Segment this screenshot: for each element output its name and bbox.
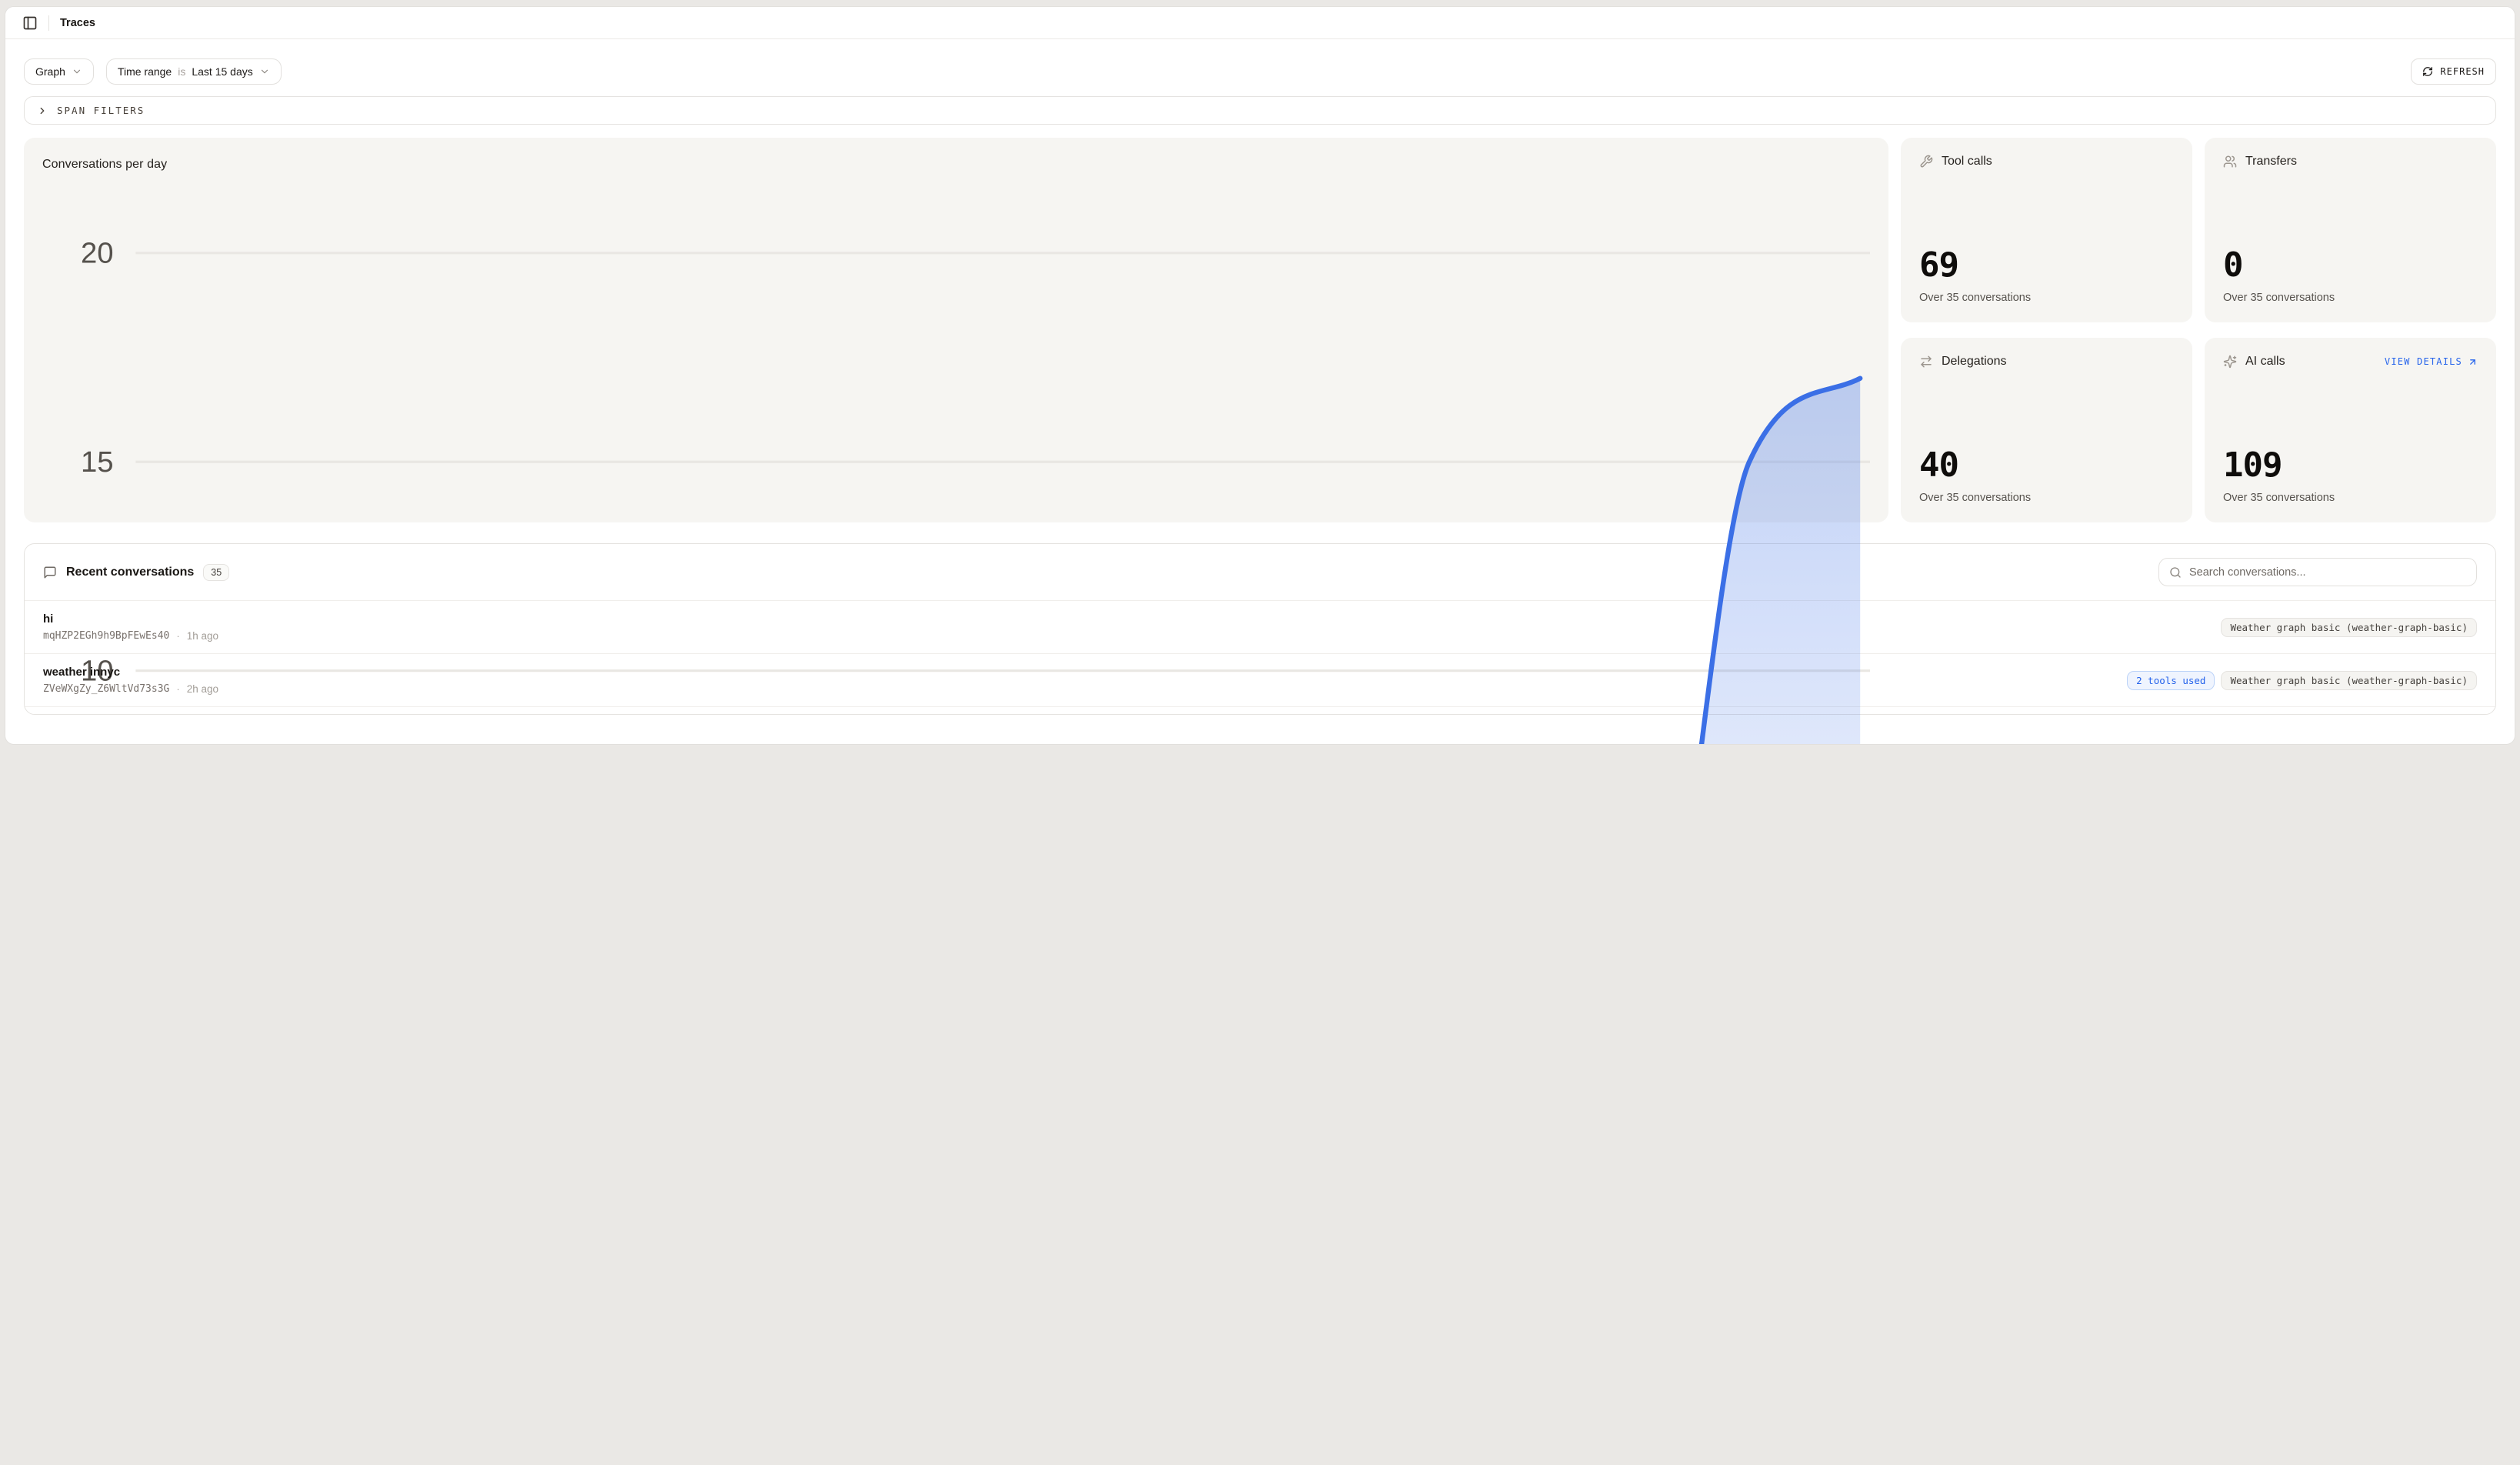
stat-label: AI calls bbox=[2245, 355, 2285, 369]
search-box bbox=[2158, 558, 2477, 586]
stat-value: 109 bbox=[2223, 449, 2478, 482]
time-range-value: Last 15 days bbox=[192, 65, 252, 78]
stat-value: 40 bbox=[1919, 449, 2174, 482]
refresh-icon bbox=[2422, 66, 2433, 77]
users-icon bbox=[2223, 155, 2237, 169]
stat-value: 69 bbox=[1919, 249, 2174, 282]
stat-value: 0 bbox=[2223, 249, 2478, 282]
conversations-area-chart: 05101520Sep 16Sep 17Sep 18Sep 19Sep 20Se… bbox=[42, 179, 1870, 745]
graph-dropdown-label: Graph bbox=[35, 65, 65, 78]
span-filters-toggle[interactable]: SPAN FILTERS bbox=[24, 96, 2496, 125]
agent-badge: Weather graph basic (weather-graph-basic… bbox=[2221, 671, 2477, 690]
arrow-up-right-icon bbox=[2468, 357, 2478, 367]
conversation-id: ZVeWXgZy_Z6WltVd73s3G bbox=[43, 683, 169, 695]
topbar-divider bbox=[48, 15, 49, 31]
panel-left-icon bbox=[22, 15, 38, 31]
stat-label: Transfers bbox=[2245, 155, 2297, 169]
area-fill bbox=[197, 379, 1860, 745]
stat-caption: Over 35 conversations bbox=[1919, 292, 2174, 304]
dashboard-grid: Conversations per day 05101520Sep 16Sep … bbox=[24, 138, 2496, 522]
chevron-down-icon bbox=[72, 66, 82, 77]
conversation-time: 1h ago bbox=[187, 630, 218, 642]
sidebar-toggle-button[interactable] bbox=[19, 12, 41, 34]
message-square-icon bbox=[43, 566, 57, 579]
stats-grid: Tool calls 69 Over 35 conversations Tran… bbox=[1901, 138, 2496, 522]
y-axis-tick-label: 20 bbox=[81, 237, 114, 270]
stat-caption: Over 35 conversations bbox=[2223, 492, 2478, 504]
stat-card-transfers: Transfers 0 Over 35 conversations bbox=[2205, 138, 2496, 322]
refresh-button-label: REFRESH bbox=[2440, 66, 2485, 77]
conversation-title: hi bbox=[43, 612, 218, 626]
line-series bbox=[197, 379, 1860, 745]
tools-used-badge: 2 tools used bbox=[2127, 671, 2215, 690]
stat-label: Tool calls bbox=[1942, 155, 1992, 169]
graph-dropdown[interactable]: Graph bbox=[24, 58, 94, 85]
view-details-label: VIEW DETAILS bbox=[2385, 356, 2462, 367]
span-filters-label: SPAN FILTERS bbox=[57, 105, 145, 116]
page-title: Traces bbox=[60, 17, 95, 29]
stat-caption: Over 35 conversations bbox=[1919, 492, 2174, 504]
content-area: Graph Time range is Last 15 days REFRESH bbox=[5, 39, 2515, 715]
stat-label: Delegations bbox=[1942, 355, 2007, 369]
meta-separator: · bbox=[176, 630, 179, 642]
topbar: Traces bbox=[5, 7, 2515, 39]
conversation-time: 2h ago bbox=[187, 683, 218, 695]
conversations-chart-card: Conversations per day 05101520Sep 16Sep … bbox=[24, 138, 1888, 522]
refresh-button[interactable]: REFRESH bbox=[2411, 58, 2496, 85]
arrows-right-left-icon bbox=[1919, 355, 1933, 369]
time-range-operator: is bbox=[178, 65, 185, 78]
time-range-label: Time range bbox=[118, 65, 172, 78]
chevron-right-icon bbox=[37, 105, 48, 116]
chevron-down-icon bbox=[259, 66, 270, 77]
y-axis-tick-label: 15 bbox=[81, 446, 114, 479]
chart-svg: 05101520Sep 16Sep 17Sep 18Sep 19Sep 20Se… bbox=[42, 179, 1870, 745]
stat-card-ai-calls: AI calls VIEW DETAILS 109 Over 35 conver… bbox=[2205, 338, 2496, 522]
recent-conversations-title: Recent conversations bbox=[66, 566, 194, 579]
meta-separator: · bbox=[176, 683, 179, 695]
stat-card-delegations: Delegations 40 Over 35 conversations bbox=[1901, 338, 2192, 522]
chart-title: Conversations per day bbox=[42, 158, 1870, 172]
conversation-title: weather innyc bbox=[43, 666, 218, 679]
wrench-icon bbox=[1919, 155, 1933, 169]
stat-caption: Over 35 conversations bbox=[2223, 292, 2478, 304]
conversation-count-badge: 35 bbox=[203, 564, 229, 581]
sparkles-icon bbox=[2223, 355, 2237, 369]
search-input[interactable] bbox=[2189, 566, 2466, 579]
main-panel: Traces Graph Time range is Last 15 days bbox=[5, 6, 2515, 745]
filters-row: Graph Time range is Last 15 days REFRESH bbox=[24, 58, 2496, 85]
agent-badge: Weather graph basic (weather-graph-basic… bbox=[2221, 618, 2477, 637]
search-icon bbox=[2169, 566, 2182, 579]
stat-card-tool-calls: Tool calls 69 Over 35 conversations bbox=[1901, 138, 2192, 322]
view-details-link[interactable]: VIEW DETAILS bbox=[2385, 356, 2478, 367]
conversation-id: mqHZP2EGh9h9BpFEwEs40 bbox=[43, 630, 169, 642]
time-range-filter[interactable]: Time range is Last 15 days bbox=[106, 58, 282, 85]
